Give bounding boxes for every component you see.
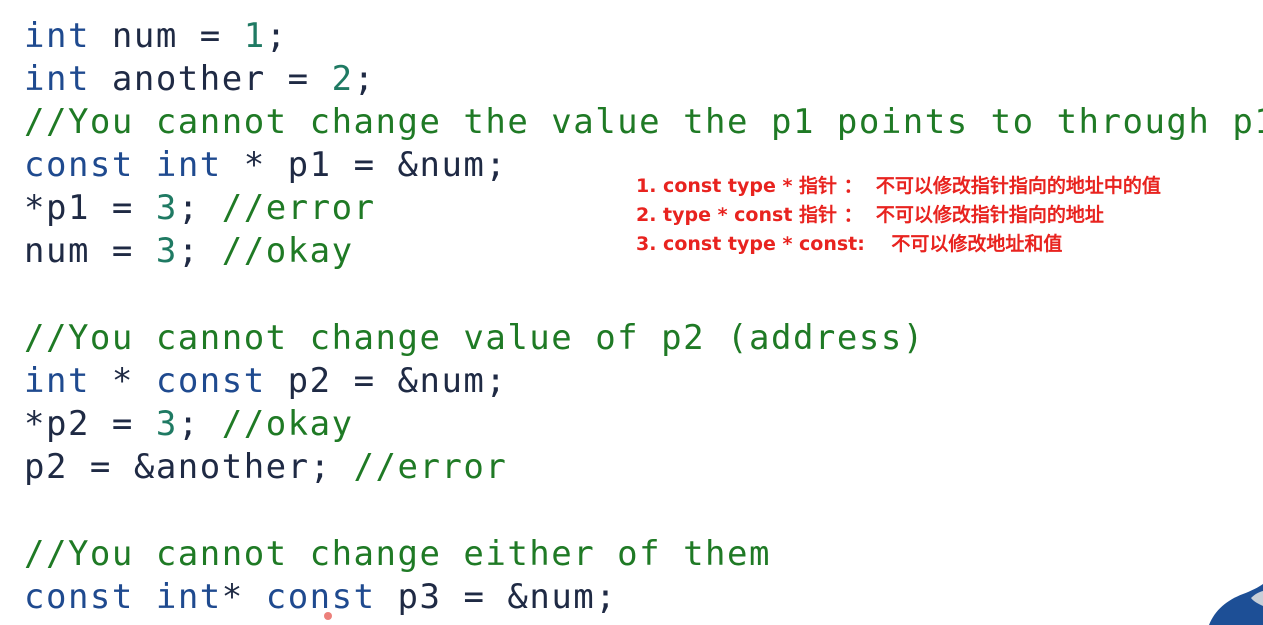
code-token: //You cannot change either of them	[24, 534, 771, 574]
code-token: ;	[177, 231, 222, 271]
code-token: int	[24, 361, 90, 401]
code-token: int	[155, 577, 222, 617]
code-token: const	[265, 577, 376, 617]
code-token: p2 = &num;	[265, 361, 508, 401]
code-line-2: int another = 2;	[24, 57, 376, 101]
code-token: int	[155, 145, 222, 185]
code-token: num =	[89, 16, 244, 56]
code-token: num =	[24, 231, 156, 271]
code-token: *p2 =	[24, 404, 156, 444]
code-token: //error	[353, 447, 508, 487]
code-token: const	[24, 577, 134, 617]
code-token: p2 = &another;	[24, 447, 354, 487]
code-line-3: //You cannot change the value the p1 poi…	[24, 100, 1263, 144]
code-token: const	[155, 361, 266, 401]
code-token: p3 = &num;	[375, 577, 618, 617]
code-token: //okay	[221, 231, 354, 271]
code-token: 3	[155, 188, 178, 228]
code-line-4: const int * p1 = &num;	[24, 143, 507, 187]
code-token: another =	[89, 59, 332, 99]
code-line-6: num = 3; //okay	[24, 229, 354, 273]
code-line-12: const int* const p3 = &num;	[24, 575, 617, 619]
annotation-notes: 1. const type * 指针 ： 不可以修改指针指向的地址中的值 2. …	[636, 172, 1236, 259]
code-token: ;	[353, 59, 376, 99]
pointer-dot-icon	[324, 612, 332, 620]
code-token: ;	[265, 16, 288, 56]
code-line-11: //You cannot change either of them	[24, 532, 771, 576]
code-token: ;	[177, 188, 222, 228]
code-token: 1	[243, 16, 266, 56]
code-token: *	[221, 577, 266, 617]
code-token: //error	[221, 188, 376, 228]
code-token: *p1 =	[24, 188, 156, 228]
code-token: //okay	[221, 404, 354, 444]
code-line-5: *p1 = 3; //error	[24, 186, 376, 230]
code-token: int	[24, 16, 90, 56]
code-token: ;	[177, 404, 222, 444]
note-line-3: 3. const type * const: 不可以修改地址和值	[636, 233, 1063, 255]
presenter-figure-icon	[1209, 584, 1263, 625]
code-token: 2	[331, 59, 354, 99]
code-line-8: int * const p2 = &num;	[24, 359, 507, 403]
code-token: *	[89, 361, 156, 401]
code-line-1: int num = 1;	[24, 14, 288, 58]
code-token: * p1 = &num;	[221, 145, 508, 185]
code-token: const	[24, 145, 134, 185]
code-token: 3	[155, 404, 178, 444]
note-line-2: 2. type * const 指针 ： 不可以修改指针指向的地址	[636, 204, 1104, 226]
code-token: int	[24, 59, 90, 99]
code-panel: int num = 1; int another = 2; //You cann…	[0, 0, 1263, 625]
code-line-10: p2 = &another; //error	[24, 445, 507, 489]
code-token: //You cannot change value of p2 (address…	[24, 318, 925, 358]
code-line-7: //You cannot change value of p2 (address…	[24, 316, 925, 360]
code-line-9: *p2 = 3; //okay	[24, 402, 354, 446]
code-token: 3	[155, 231, 178, 271]
note-line-1: 1. const type * 指针 ： 不可以修改指针指向的地址中的值	[636, 175, 1161, 197]
code-token: //You cannot change the value the p1 poi…	[24, 102, 1263, 142]
